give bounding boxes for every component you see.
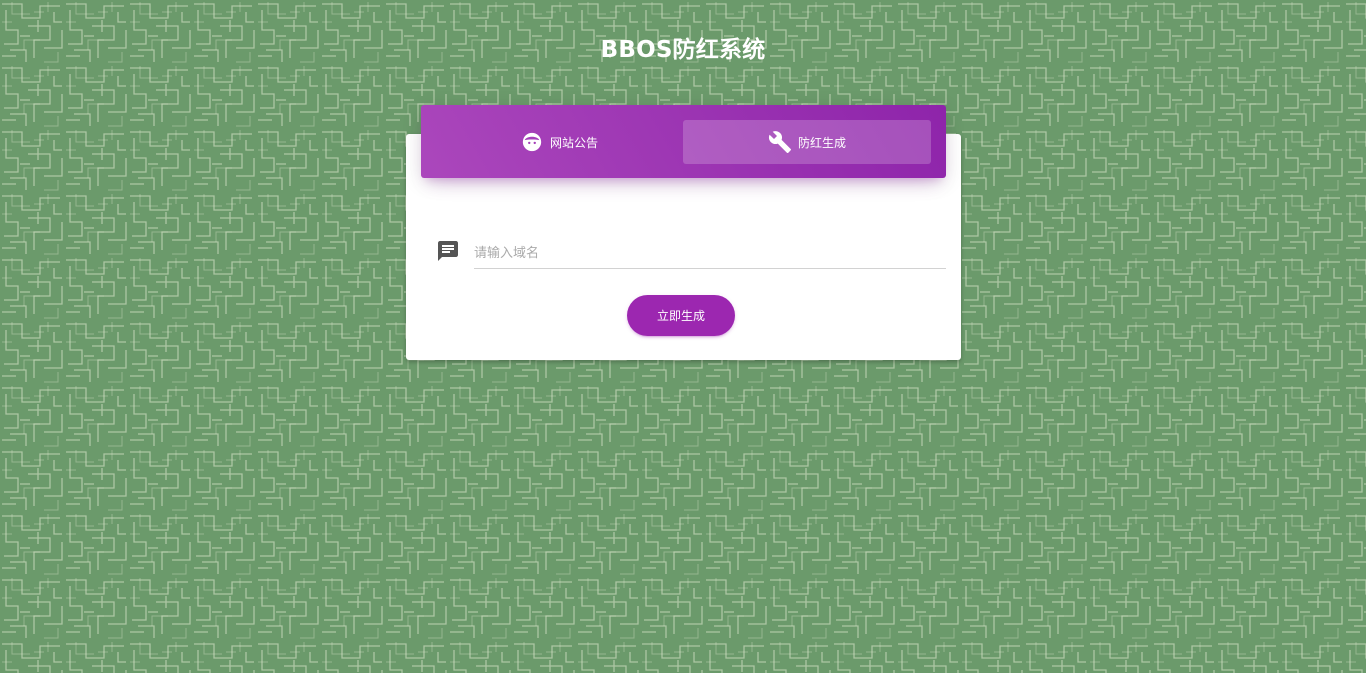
domain-input-row	[436, 238, 946, 270]
tabs-header: 网站公告 防红生成	[421, 105, 946, 178]
page-title: BBOS防红系统	[600, 37, 766, 63]
tab-generate-label: 防红生成	[797, 135, 846, 150]
generate-button[interactable]: 立即生成	[627, 295, 735, 336]
face-icon	[520, 130, 544, 154]
chat-icon	[436, 239, 460, 263]
domain-input[interactable]	[474, 238, 946, 269]
tab-announcement-label: 网站公告	[549, 135, 598, 150]
wrench-icon	[768, 130, 792, 154]
tab-announcement[interactable]: 网站公告	[435, 120, 683, 164]
tab-generate[interactable]: 防红生成	[683, 120, 931, 164]
